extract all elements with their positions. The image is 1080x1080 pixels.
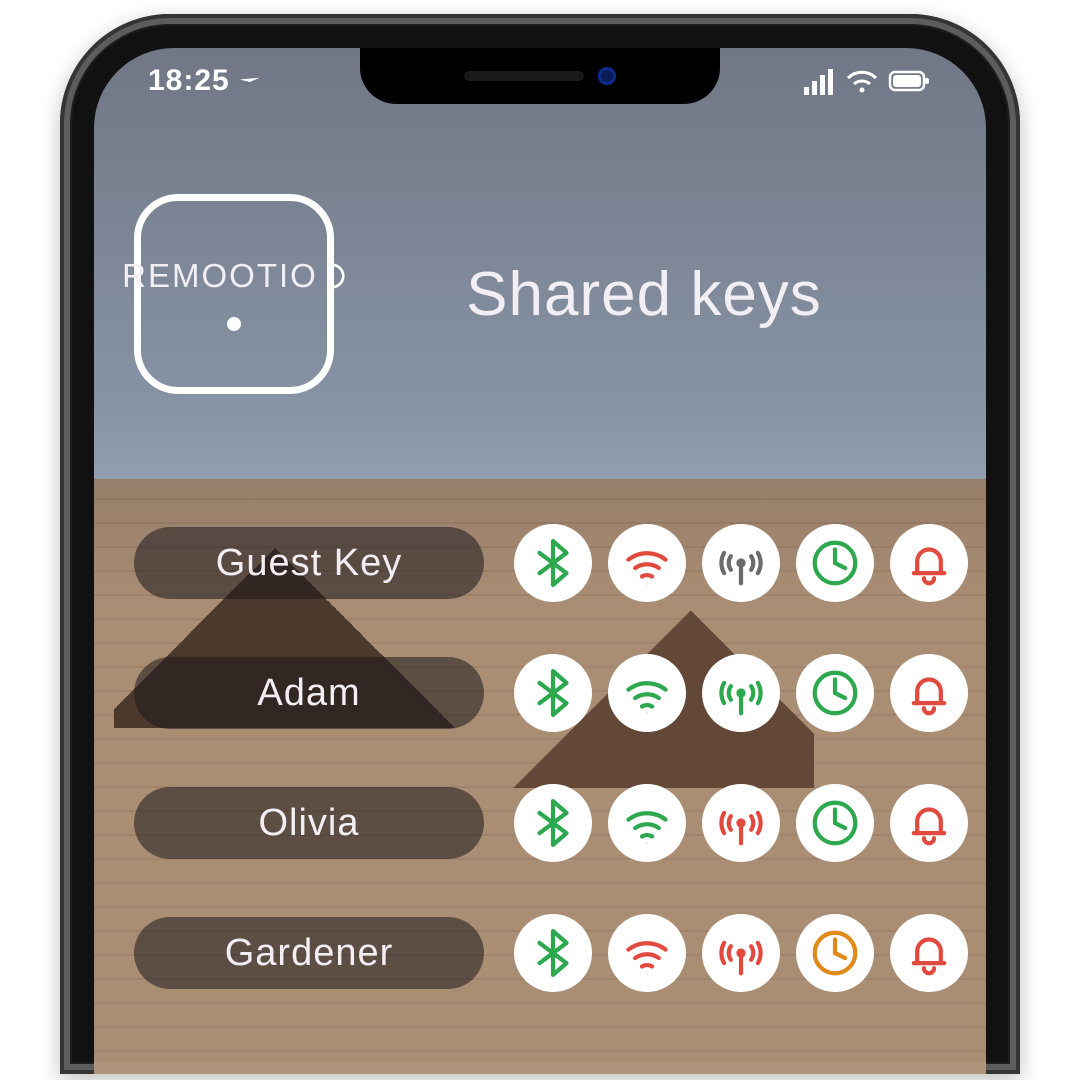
clock-icon[interactable] — [796, 654, 874, 732]
key-row[interactable]: Gardener — [134, 914, 946, 992]
app-logo[interactable]: REMOOTIO — [134, 194, 334, 394]
bluetooth-icon[interactable] — [514, 914, 592, 992]
location-icon — [240, 69, 264, 93]
clock-time: 18:25 — [148, 64, 230, 98]
broadcast-icon[interactable] — [702, 914, 780, 992]
battery-icon — [888, 68, 932, 94]
broadcast-icon[interactable] — [702, 524, 780, 602]
key-status-icons — [514, 914, 968, 992]
clock-icon[interactable] — [796, 914, 874, 992]
shared-keys-list: Guest Key Adam Olivia Gardener — [134, 524, 946, 992]
bell-icon[interactable] — [890, 524, 968, 602]
app-logo-label: REMOOTIO — [122, 257, 346, 295]
bell-icon[interactable] — [890, 914, 968, 992]
key-name-pill[interactable]: Adam — [134, 657, 484, 729]
key-row[interactable]: Adam — [134, 654, 946, 732]
phone-frame: 18:25 — [60, 14, 1020, 1074]
key-row[interactable]: Olivia — [134, 784, 946, 862]
bluetooth-icon[interactable] — [514, 654, 592, 732]
page-title: Shared keys — [382, 259, 946, 330]
key-status-icons — [514, 524, 968, 602]
key-status-icons — [514, 654, 968, 732]
broadcast-icon[interactable] — [702, 784, 780, 862]
wifi-icon[interactable] — [608, 524, 686, 602]
wifi-icon[interactable] — [608, 914, 686, 992]
key-name-pill[interactable]: Guest Key — [134, 527, 484, 599]
bell-icon[interactable] — [890, 654, 968, 732]
wifi-icon — [846, 68, 878, 94]
clock-icon[interactable] — [796, 524, 874, 602]
key-name-pill[interactable]: Gardener — [134, 917, 484, 989]
bluetooth-icon[interactable] — [514, 524, 592, 602]
wifi-icon[interactable] — [608, 654, 686, 732]
bell-icon[interactable] — [890, 784, 968, 862]
wifi-icon[interactable] — [608, 784, 686, 862]
key-status-icons — [514, 784, 968, 862]
key-row[interactable]: Guest Key — [134, 524, 946, 602]
app-logo-dot-icon — [227, 317, 241, 331]
screen: 18:25 — [94, 48, 986, 1074]
bluetooth-icon[interactable] — [514, 784, 592, 862]
cellular-icon — [802, 67, 836, 95]
key-name-pill[interactable]: Olivia — [134, 787, 484, 859]
status-bar: 18:25 — [94, 58, 986, 104]
broadcast-icon[interactable] — [702, 654, 780, 732]
clock-icon[interactable] — [796, 784, 874, 862]
